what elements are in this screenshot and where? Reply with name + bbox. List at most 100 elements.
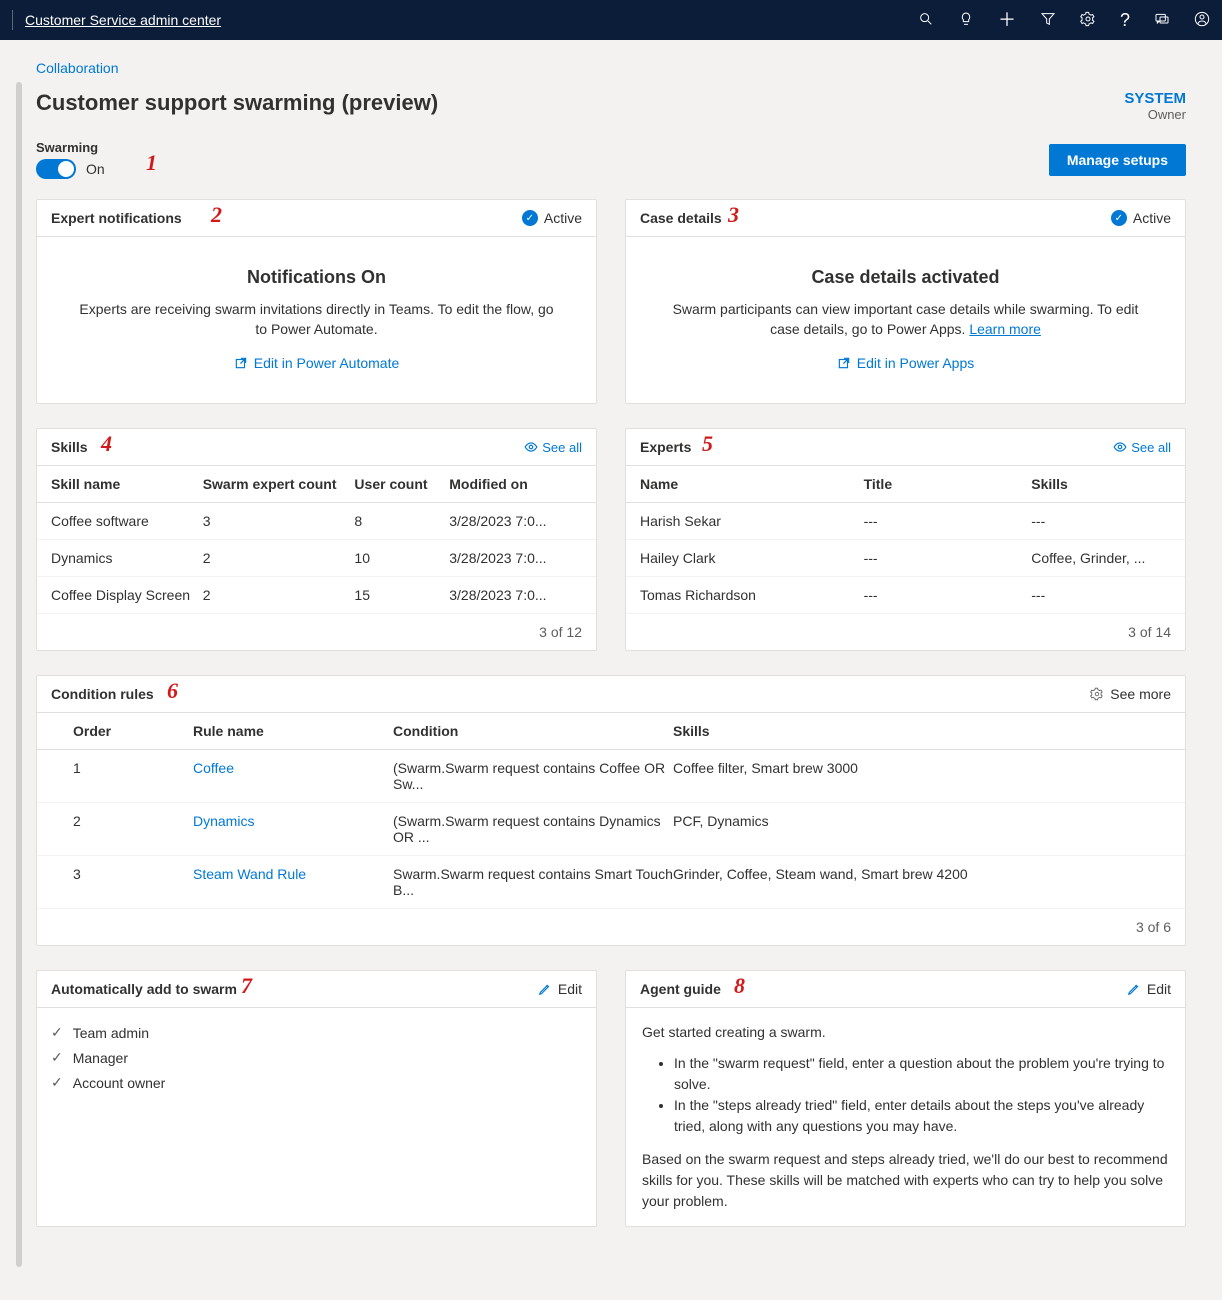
list-item: ✓ Team admin bbox=[51, 1020, 582, 1045]
gear-icon bbox=[1090, 687, 1104, 701]
col-expert-name[interactable]: Name bbox=[640, 476, 864, 492]
open-external-icon bbox=[234, 356, 248, 370]
eye-icon bbox=[524, 440, 538, 454]
list-item: ✓ Account owner bbox=[51, 1070, 582, 1095]
col-expert-skills[interactable]: Skills bbox=[1031, 476, 1171, 492]
table-row[interactable]: Harish Sekar --- --- bbox=[626, 503, 1185, 540]
skills-title: Skills bbox=[51, 439, 88, 455]
annotation-7: 7 bbox=[241, 973, 252, 999]
annotation-8: 8 bbox=[734, 973, 745, 999]
search-icon[interactable] bbox=[918, 11, 934, 30]
agent-guide-title: Agent guide bbox=[640, 981, 721, 997]
table-row[interactable]: Coffee Display Screen 2 15 3/28/2023 7:0… bbox=[37, 577, 596, 614]
status-check-icon: ✓ bbox=[522, 210, 538, 226]
case-details-desc: Swarm participants can view important ca… bbox=[666, 300, 1145, 339]
col-expert-title[interactable]: Title bbox=[864, 476, 1032, 492]
breadcrumb[interactable]: Collaboration bbox=[36, 60, 1186, 76]
notifications-headline: Notifications On bbox=[77, 267, 556, 288]
skills-see-all-link[interactable]: See all bbox=[524, 440, 582, 455]
rule-link[interactable]: Dynamics bbox=[193, 813, 393, 845]
status-check-icon: ✓ bbox=[1111, 210, 1127, 226]
table-row[interactable]: Dynamics 2 10 3/28/2023 7:0... bbox=[37, 540, 596, 577]
owner-system[interactable]: SYSTEM bbox=[1124, 90, 1186, 107]
app-title[interactable]: Customer Service admin center bbox=[25, 12, 221, 28]
col-modified[interactable]: Modified on bbox=[449, 476, 582, 492]
col-user-count[interactable]: User count bbox=[354, 476, 449, 492]
annotation-2: 2 bbox=[211, 202, 222, 228]
auto-add-card: Automatically add to swarm 7 Edit ✓ Team… bbox=[36, 970, 597, 1227]
eye-icon bbox=[1113, 440, 1127, 454]
idea-icon[interactable] bbox=[958, 11, 974, 30]
case-details-headline: Case details activated bbox=[666, 267, 1145, 288]
agent-guide-edit-link[interactable]: Edit bbox=[1127, 981, 1171, 997]
chat-icon[interactable] bbox=[1154, 11, 1170, 30]
case-details-status: Active bbox=[1133, 210, 1171, 226]
check-icon: ✓ bbox=[51, 1049, 63, 1066]
auto-add-title: Automatically add to swarm bbox=[51, 981, 237, 997]
experts-see-all-link[interactable]: See all bbox=[1113, 440, 1171, 455]
expert-notifications-status: Active bbox=[544, 210, 582, 226]
expert-notifications-title: Expert notifications bbox=[51, 210, 182, 226]
experts-footer: 3 of 14 bbox=[626, 614, 1185, 650]
condition-rules-card: Condition rules 6 See more Order Rule na… bbox=[36, 675, 1186, 946]
edit-in-power-apps-link[interactable]: Edit in Power Apps bbox=[837, 355, 975, 371]
col-rule-skills[interactable]: Skills bbox=[673, 723, 1149, 739]
check-icon: ✓ bbox=[51, 1024, 63, 1041]
condition-rules-title: Condition rules bbox=[51, 686, 154, 702]
table-row[interactable]: 1 Coffee (Swarm.Swarm request contains C… bbox=[37, 750, 1185, 803]
swarming-label: Swarming bbox=[36, 140, 105, 155]
col-skill-name[interactable]: Skill name bbox=[51, 476, 203, 492]
scrollbar[interactable] bbox=[16, 82, 22, 1267]
table-row[interactable]: Hailey Clark --- Coffee, Grinder, ... bbox=[626, 540, 1185, 577]
guide-bullet: In the "swarm request" field, enter a qu… bbox=[674, 1053, 1169, 1095]
see-more-link[interactable]: See more bbox=[1090, 686, 1171, 702]
swarming-state: On bbox=[86, 161, 105, 177]
notifications-desc: Experts are receiving swarm invitations … bbox=[77, 300, 556, 339]
col-expert-count[interactable]: Swarm expert count bbox=[203, 476, 355, 492]
page-title: Customer support swarming (preview) bbox=[36, 90, 438, 116]
annotation-4: 4 bbox=[101, 431, 112, 457]
experts-card: Experts 5 See all Name Title Skills Hari… bbox=[625, 428, 1186, 651]
skills-footer: 3 of 12 bbox=[37, 614, 596, 650]
table-row[interactable]: 2 Dynamics (Swarm.Swarm request contains… bbox=[37, 803, 1185, 856]
case-details-title: Case details bbox=[640, 210, 722, 226]
open-external-icon bbox=[837, 356, 851, 370]
case-details-card: Case details 3 ✓ Active Case details act… bbox=[625, 199, 1186, 404]
rules-footer: 3 of 6 bbox=[37, 909, 1185, 945]
help-icon[interactable]: ? bbox=[1120, 11, 1130, 29]
table-row[interactable]: Tomas Richardson --- --- bbox=[626, 577, 1185, 614]
account-icon[interactable] bbox=[1194, 11, 1210, 30]
pencil-icon bbox=[1127, 982, 1141, 996]
owner-role: Owner bbox=[1124, 107, 1186, 122]
table-row[interactable]: Coffee software 3 8 3/28/2023 7:0... bbox=[37, 503, 596, 540]
auto-add-edit-link[interactable]: Edit bbox=[538, 981, 582, 997]
col-order[interactable]: Order bbox=[73, 723, 193, 739]
list-item: ✓ Manager bbox=[51, 1045, 582, 1070]
header-separator bbox=[12, 10, 13, 30]
edit-in-power-automate-link[interactable]: Edit in Power Automate bbox=[234, 355, 400, 371]
add-icon[interactable]: ＋ bbox=[998, 11, 1016, 29]
manage-setups-button[interactable]: Manage setups bbox=[1049, 144, 1186, 176]
experts-title: Experts bbox=[640, 439, 691, 455]
filter-icon[interactable] bbox=[1040, 11, 1056, 30]
expert-notifications-card: Expert notifications 2 ✓ Active Notifica… bbox=[36, 199, 597, 404]
rule-link[interactable]: Coffee bbox=[193, 760, 393, 792]
annotation-1: 1 bbox=[146, 150, 157, 176]
learn-more-link[interactable]: Learn more bbox=[969, 321, 1041, 337]
skills-card: Skills 4 See all Skill name Swarm expert… bbox=[36, 428, 597, 651]
swarming-toggle[interactable] bbox=[36, 159, 76, 179]
rule-link[interactable]: Steam Wand Rule bbox=[193, 866, 393, 898]
guide-intro: Get started creating a swarm. bbox=[642, 1022, 1169, 1043]
pencil-icon bbox=[538, 982, 552, 996]
agent-guide-card: Agent guide 8 Edit Get started creating … bbox=[625, 970, 1186, 1227]
col-rule-name[interactable]: Rule name bbox=[193, 723, 393, 739]
gear-icon[interactable] bbox=[1080, 11, 1096, 30]
check-icon: ✓ bbox=[51, 1074, 63, 1091]
app-header: Customer Service admin center ＋ ? bbox=[0, 0, 1222, 40]
table-row[interactable]: 3 Steam Wand Rule Swarm.Swarm request co… bbox=[37, 856, 1185, 909]
annotation-6: 6 bbox=[167, 678, 178, 704]
annotation-5: 5 bbox=[702, 431, 713, 457]
col-condition[interactable]: Condition bbox=[393, 723, 673, 739]
guide-outro: Based on the swarm request and steps alr… bbox=[642, 1149, 1169, 1212]
guide-bullet: In the "steps already tried" field, ente… bbox=[674, 1095, 1169, 1137]
